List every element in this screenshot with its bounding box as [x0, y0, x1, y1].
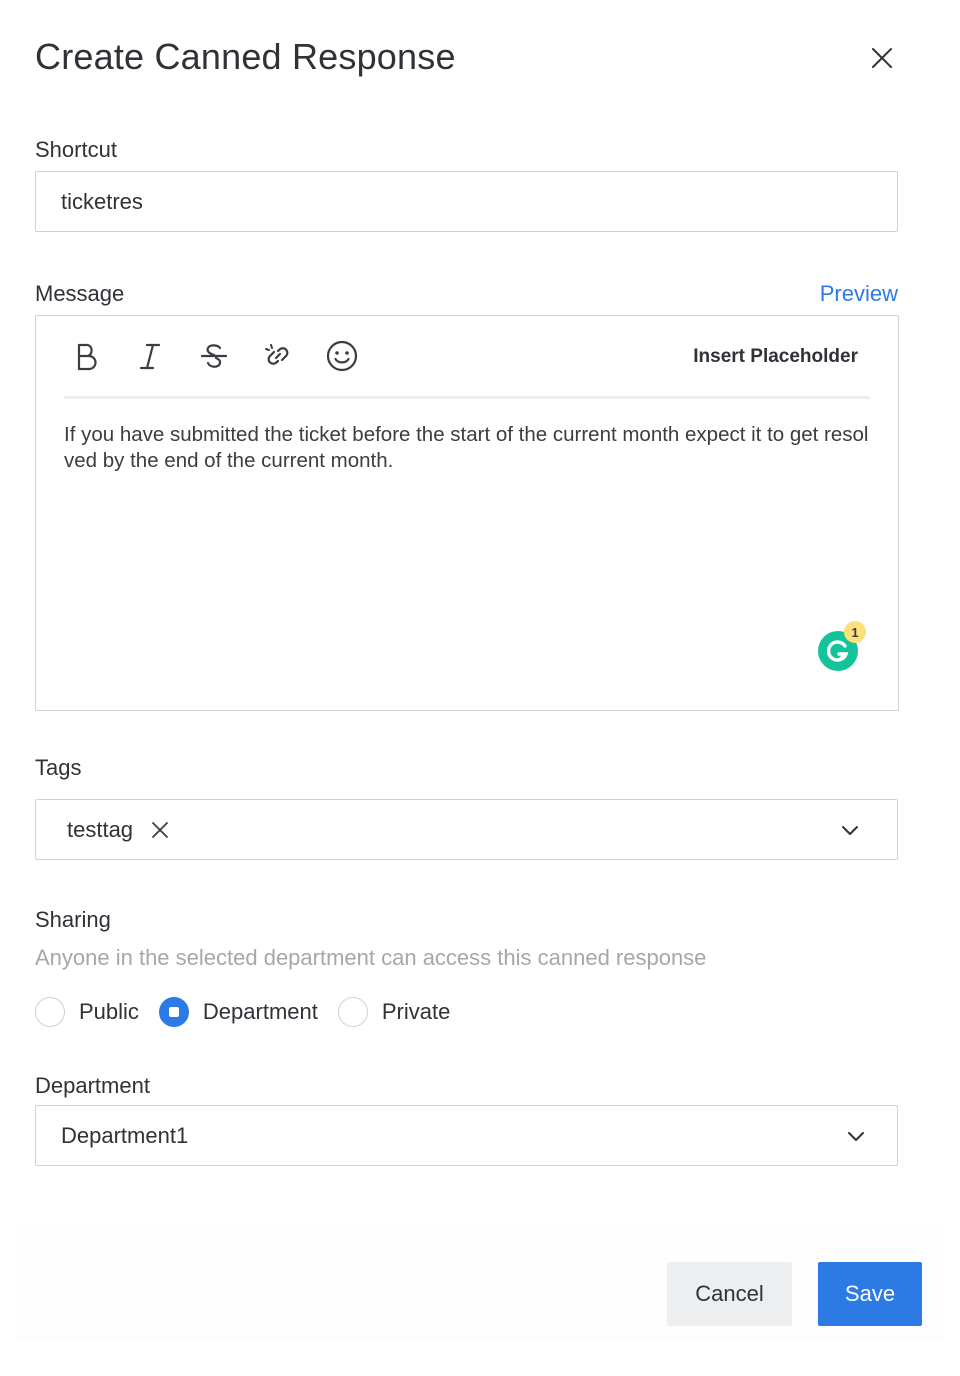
department-label: Department [35, 1073, 150, 1098]
italic-button[interactable] [132, 338, 168, 374]
message-label: Message [35, 281, 125, 306]
department-select[interactable]: Department1 [35, 1105, 898, 1166]
sharing-help-text: Anyone in the selected department can ac… [35, 945, 707, 970]
close-button[interactable] [866, 42, 898, 74]
chevron-down-icon [848, 1131, 864, 1141]
message-editor[interactable]: Insert Placeholder If you have submitted… [35, 315, 899, 711]
tags-dropdown-button[interactable] [839, 819, 861, 841]
radio-button-checked[interactable] [158, 997, 189, 1027]
radio-label: Public [79, 999, 139, 1024]
preview-link[interactable]: Preview [820, 281, 898, 307]
save-button[interactable]: Save [818, 1262, 922, 1326]
radio-label: Department [202, 999, 318, 1024]
radio-label: Private [381, 999, 451, 1024]
shortcut-label: Shortcut [35, 137, 117, 162]
sharing-label: Sharing [35, 907, 111, 932]
tag-label: testtag [67, 816, 134, 842]
link-button[interactable] [260, 338, 296, 374]
bold-icon [77, 343, 97, 371]
italic-icon [139, 343, 161, 370]
shortcut-input[interactable]: ticketres [35, 171, 898, 232]
bold-button[interactable] [68, 338, 104, 374]
close-icon [872, 48, 892, 68]
tags-select[interactable]: testtag [35, 799, 898, 860]
emoji-button[interactable] [324, 338, 360, 374]
radio-private[interactable]: Private [337, 997, 451, 1027]
chevron-down-icon [842, 825, 858, 835]
shortcut-value: ticketres [61, 188, 143, 214]
dialog-footer [15, 1230, 943, 1340]
radio-button[interactable] [35, 997, 65, 1027]
remove-tag-icon[interactable] [151, 821, 169, 839]
editor-toolbar: Insert Placeholder [64, 316, 870, 399]
message-body[interactable]: If you have submitted the ticket before … [64, 422, 870, 474]
department-value: Department1 [61, 1122, 189, 1148]
strikethrough-icon [200, 344, 228, 368]
insert-placeholder-button[interactable]: Insert Placeholder [693, 346, 858, 368]
dialog-title: Create Canned Response [35, 36, 456, 77]
radio-department[interactable]: Department [158, 997, 318, 1027]
link-icon [265, 344, 289, 365]
grammarly-widget[interactable]: 1 [818, 621, 866, 671]
radio-public[interactable]: Public [35, 997, 139, 1027]
strikethrough-button[interactable] [196, 338, 232, 374]
radio-button[interactable] [337, 997, 368, 1027]
department-dropdown-button[interactable] [845, 1125, 867, 1147]
tags-label: Tags [35, 755, 82, 780]
tag-chip: testtag [67, 817, 169, 843]
grammarly-badge: 1 [844, 621, 866, 643]
emoji-icon [326, 340, 358, 372]
sharing-radio-group: Public Department Private [35, 995, 470, 1029]
cancel-button[interactable]: Cancel [667, 1262, 792, 1326]
